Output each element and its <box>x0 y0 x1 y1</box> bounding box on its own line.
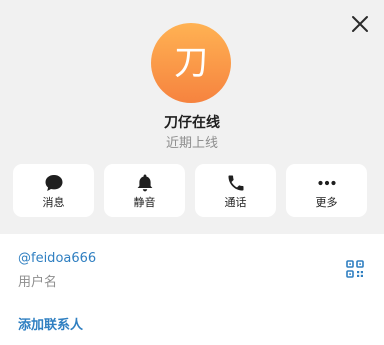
call-button[interactable]: 通话 <box>195 164 276 217</box>
username-value[interactable]: @feidoa666 <box>18 251 96 266</box>
mute-button[interactable]: 静音 <box>104 164 185 217</box>
avatar: 刀 <box>151 23 231 103</box>
call-label: 通话 <box>224 196 247 209</box>
username-label: 用户名 <box>18 275 58 290</box>
action-bar: 消息 静音 通话 更多 <box>13 164 367 217</box>
qr-code-icon[interactable] <box>346 260 364 278</box>
bell-icon <box>134 172 156 194</box>
last-seen-status: 近期上线 <box>165 136 218 151</box>
info-section: @feidoa666 用户名 添加联系人 <box>0 234 384 345</box>
more-label: 更多 <box>315 196 338 209</box>
profile-header: 刀 刀仔在线 近期上线 消息 静音 通话 更多 <box>0 0 384 234</box>
more-button[interactable]: 更多 <box>286 164 367 217</box>
message-button[interactable]: 消息 <box>13 164 94 217</box>
more-icon <box>316 172 338 194</box>
message-label: 消息 <box>42 196 65 209</box>
message-icon <box>43 172 65 194</box>
close-icon[interactable] <box>348 12 372 36</box>
add-contact-button[interactable]: 添加联系人 <box>18 314 83 333</box>
contact-name: 刀仔在线 <box>164 115 220 131</box>
phone-icon <box>225 172 247 194</box>
mute-label: 静音 <box>133 196 156 209</box>
avatar-letter: 刀 <box>174 43 208 83</box>
